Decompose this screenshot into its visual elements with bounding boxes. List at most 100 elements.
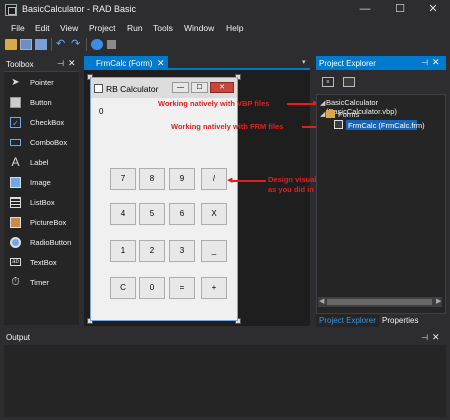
menu-help[interactable]: Help: [226, 23, 243, 33]
menu-view[interactable]: View: [60, 23, 78, 33]
save-all-icon[interactable]: [35, 39, 47, 50]
annotation-arrow: [287, 103, 316, 105]
tab-label: FrmCalc (Form): [96, 59, 153, 68]
pin-icon[interactable]: ⊣: [421, 333, 428, 342]
key-1[interactable]: 1: [110, 240, 136, 262]
toolbox-item-label: Image: [30, 178, 51, 187]
panel-close-icon[interactable]: ✕: [432, 57, 440, 68]
stop-icon[interactable]: [107, 40, 116, 49]
scroll-right-icon[interactable]: ▶: [436, 297, 441, 305]
key-equals[interactable]: =: [169, 277, 195, 299]
key-9[interactable]: 9: [169, 168, 195, 190]
form-file-icon: [334, 120, 343, 129]
key-0[interactable]: 0: [139, 277, 165, 299]
form-title: RB Calculator: [106, 84, 159, 94]
output-title: Output: [6, 333, 31, 342]
undo-icon[interactable]: ↶: [56, 39, 68, 50]
close-button[interactable]: ✕: [416, 0, 450, 20]
toolbox-item-label: Label: [30, 158, 49, 167]
tree-expand-icon[interactable]: ◢: [320, 99, 325, 107]
listbox-icon: [10, 197, 21, 208]
image-icon: [10, 177, 21, 188]
folder-icon: [326, 110, 335, 118]
calculator-display: 0: [99, 107, 104, 116]
output-panel[interactable]: [4, 345, 446, 417]
toolbox-item-label: CheckBox: [30, 118, 65, 127]
pin-icon[interactable]: ⊣: [421, 58, 428, 67]
picturebox-icon: [10, 217, 21, 228]
toolbox-item-pointer[interactable]: ➤ Pointer: [4, 73, 79, 93]
key-minus[interactable]: _: [201, 240, 227, 262]
key-divide[interactable]: /: [201, 168, 227, 190]
form-minimize-button: —: [172, 82, 189, 93]
menu-run[interactable]: Run: [127, 23, 143, 33]
key-7[interactable]: 7: [110, 168, 136, 190]
minimize-button[interactable]: —: [348, 0, 382, 20]
toolbox-item-radiobutton[interactable]: RadioButton: [4, 233, 79, 253]
toolbox-item-combobox[interactable]: ComboBox: [4, 133, 79, 153]
label-icon: A: [11, 155, 20, 169]
toolbar-separator: [86, 38, 87, 51]
toolbox-item-label: RadioButton: [30, 238, 72, 247]
toolbar-separator: [51, 38, 52, 51]
toolbox-close-icon[interactable]: ✕: [68, 58, 76, 69]
toolbox-item-checkbox[interactable]: ✓ CheckBox: [4, 113, 79, 133]
tab-properties-label: Properties: [382, 316, 419, 325]
key-8[interactable]: 8: [139, 168, 165, 190]
forms-folder-node[interactable]: Forms: [338, 110, 359, 119]
tab-project-explorer-label: Project Explorer: [319, 316, 376, 325]
form-close-button: ✕: [210, 82, 234, 93]
toolbox-item-label: Pointer: [30, 78, 54, 87]
save-icon[interactable]: [20, 39, 32, 50]
toolbox-item-label: TextBox: [30, 258, 57, 267]
key-5[interactable]: 5: [139, 203, 165, 225]
scrollbar-thumb[interactable]: [327, 299, 432, 305]
app-icon: [5, 4, 17, 16]
textbox-icon: ab: [10, 258, 21, 266]
annotation-arrow: [232, 180, 266, 182]
view-form-icon[interactable]: [343, 77, 355, 87]
key-clear[interactable]: C: [110, 277, 136, 299]
toolbox-item-button[interactable]: Button: [4, 93, 79, 113]
output-close-icon[interactable]: ✕: [432, 332, 440, 343]
open-folder-icon[interactable]: [5, 39, 17, 50]
redo-icon[interactable]: ↷: [71, 39, 83, 50]
form-icon: [94, 84, 103, 93]
tree-expand-icon[interactable]: ◢: [320, 110, 325, 118]
key-plus[interactable]: +: [201, 277, 227, 299]
toolbox-item-label: PictureBox: [30, 218, 67, 227]
toolbox-item-label: Button: [30, 98, 52, 107]
key-4[interactable]: 4: [110, 203, 136, 225]
annotation-frm: Working natively with FRM files: [171, 122, 284, 131]
key-multiply[interactable]: X: [201, 203, 227, 225]
pin-icon[interactable]: ⊣: [57, 59, 64, 68]
key-3[interactable]: 3: [169, 240, 195, 262]
arrow-head-icon: ◀: [227, 177, 233, 184]
toolbox-item-timer[interactable]: ⏱ Timer: [4, 273, 79, 293]
window-title: BasicCalculator - RAD Basic: [22, 4, 137, 14]
scroll-left-icon[interactable]: ◀: [319, 297, 324, 305]
menu-window[interactable]: Window: [184, 23, 214, 33]
tab-dropdown-icon[interactable]: ▾: [302, 58, 306, 66]
project-explorer-title: Project Explorer: [319, 59, 376, 68]
run-icon[interactable]: [91, 39, 103, 50]
toolbox-item-image[interactable]: Image: [4, 173, 79, 193]
output-header: [0, 331, 450, 345]
menu-edit[interactable]: Edit: [35, 23, 50, 33]
radiobutton-icon: [10, 237, 21, 248]
menu-project[interactable]: Project: [89, 23, 115, 33]
menu-file[interactable]: File: [11, 23, 25, 33]
toolbox-item-label[interactable]: A Label: [4, 153, 79, 173]
view-code-icon[interactable]: ≡: [322, 77, 334, 87]
form-file-node[interactable]: FrmCalc (FrmCalc.frm): [348, 121, 425, 130]
maximize-button[interactable]: ☐: [383, 0, 417, 20]
pointer-icon: ➤: [11, 77, 20, 88]
menu-tools[interactable]: Tools: [153, 23, 173, 33]
form-maximize-button: ☐: [191, 82, 208, 93]
toolbox-item-textbox[interactable]: ab TextBox: [4, 253, 79, 273]
project-explorer-toolbar: [316, 70, 446, 94]
key-2[interactable]: 2: [139, 240, 165, 262]
key-6[interactable]: 6: [169, 203, 195, 225]
toolbox-item-listbox[interactable]: ListBox: [4, 193, 79, 213]
toolbox-item-picturebox[interactable]: PictureBox: [4, 213, 79, 233]
